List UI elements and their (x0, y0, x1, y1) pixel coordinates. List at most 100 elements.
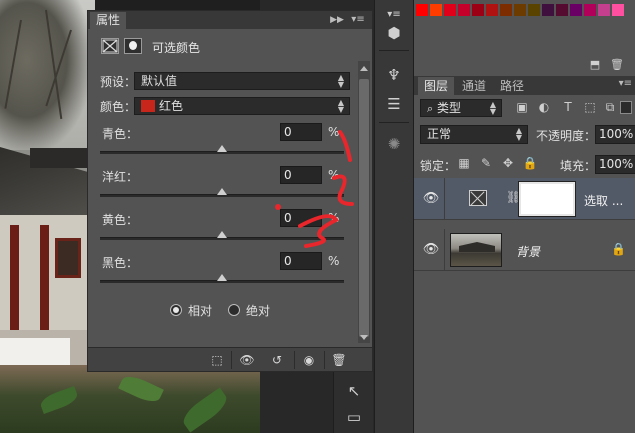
layer-mask-thumbnail[interactable] (518, 181, 576, 217)
footer-divider (324, 351, 325, 369)
colors-select[interactable]: 红色 ▲ ▼ (134, 97, 350, 115)
tab-paths[interactable]: 路径 (494, 77, 530, 95)
radio-absolute-label[interactable]: 绝对 (246, 302, 270, 319)
radio-relative-label[interactable]: 相对 (188, 302, 212, 319)
method-radio-group: 相对 绝对 (170, 302, 290, 318)
layer-row-selective-color[interactable]: 👁 ⛓ 选取 ... (414, 178, 635, 220)
scroll-down-icon[interactable] (360, 335, 368, 340)
select-arrows-icon: ▲ ▼ (489, 100, 496, 116)
percent-sign: % (328, 211, 340, 225)
slider-thumb[interactable] (217, 274, 227, 281)
slider-value-input[interactable]: 0 (280, 123, 322, 141)
radio-absolute[interactable] (228, 304, 240, 316)
preset-select[interactable]: 默认值 ▲ ▼ (134, 72, 350, 90)
color-swatch[interactable] (500, 4, 512, 16)
color-swatch[interactable] (598, 4, 610, 16)
color-swatch[interactable] (584, 4, 596, 16)
delete-swatch-icon[interactable]: 🗑 (610, 58, 624, 72)
slider-black: 黑色： 0 % (98, 252, 356, 294)
slider-yellow: 黄色： 0 % (98, 209, 356, 251)
color-swatch[interactable] (472, 4, 484, 16)
slider-thumb[interactable] (217, 145, 227, 152)
filter-adjustment-icon[interactable]: ◐ (536, 99, 552, 115)
color-swatch[interactable] (416, 4, 428, 16)
filter-smart-object-icon[interactable]: ⧉ (602, 99, 618, 115)
photo-railing (0, 338, 70, 366)
eye-icon[interactable]: ◉ (300, 352, 318, 368)
styles-icon[interactable]: ✺ (382, 133, 406, 155)
move-arrow-tool-icon[interactable]: ↖ (342, 380, 366, 402)
tab-channels[interactable]: 通道 (456, 77, 492, 95)
color-swatch[interactable] (612, 4, 624, 16)
color-swatch[interactable] (458, 4, 470, 16)
radio-relative[interactable] (170, 304, 182, 316)
lock-pixels-brush-icon[interactable]: ✎ (478, 155, 494, 171)
slider-value-input[interactable]: 0 (280, 209, 322, 227)
filter-toggle[interactable] (620, 101, 632, 114)
strip-divider (379, 122, 409, 123)
scroll-thumb[interactable] (359, 79, 369, 337)
properties-scrollbar[interactable] (358, 61, 370, 343)
opacity-input[interactable]: 100% (595, 125, 635, 144)
layer-name[interactable]: 选取 ... (584, 192, 623, 209)
scroll-up-icon[interactable] (360, 66, 368, 71)
filter-pixel-icon[interactable]: ▣ (514, 99, 530, 115)
color-swatch[interactable] (486, 4, 498, 16)
slider-label: 黑色： (102, 256, 139, 270)
preset-label: 预设： (100, 75, 137, 89)
color-swatch[interactable] (514, 4, 526, 16)
color-swatch[interactable] (430, 4, 442, 16)
panel-menu-icon[interactable]: ▾≡ (350, 13, 366, 27)
lock-icon[interactable]: 🔒 (522, 155, 538, 171)
lock-position-icon[interactable]: ✥ (500, 155, 516, 171)
trash-icon[interactable]: 🗑 (330, 352, 348, 368)
tools-toolbar: ↖ ▭ (333, 372, 373, 433)
eye-icon[interactable]: 👁 (422, 191, 440, 207)
blend-mode-select[interactable]: 正常 ▲ ▼ (420, 125, 528, 144)
view-previous-icon[interactable]: 👁 (238, 352, 256, 368)
panel-menu-icon[interactable]: ▾≡ (619, 78, 632, 89)
color-swatch[interactable] (528, 4, 540, 16)
layers-tabbar: 图层 通道 路径 ▾≡ (414, 76, 635, 95)
properties-tab[interactable]: 属性 (90, 12, 127, 29)
slider-thumb[interactable] (217, 188, 227, 195)
opacity-label: 不透明度： (536, 129, 597, 143)
mask-icon[interactable] (124, 38, 142, 54)
color-swatch[interactable] (570, 4, 582, 16)
colors-value: 红色 (159, 99, 184, 113)
clip-to-layer-icon[interactable]: ⬚ (208, 352, 226, 368)
color-swatch[interactable] (542, 4, 554, 16)
fill-input[interactable]: 100% (595, 155, 635, 174)
panel-icon-strip: ▾≡ ⬢ ♆ ☰ ✺ (374, 0, 413, 433)
layer-filter-select[interactable]: ⌕ 类型 ▲ ▼ (420, 99, 502, 117)
screen-mode-icon[interactable]: ▭ (342, 406, 366, 428)
slider-thumb[interactable] (217, 231, 227, 238)
properties-footer: ⬚ 👁 ↺ ◉ 🗑 (88, 347, 372, 371)
new-swatch-icon[interactable]: ⬒ (588, 58, 602, 72)
3d-icon[interactable]: ⬢ (382, 22, 406, 44)
slider-value-input[interactable]: 0 (280, 252, 322, 270)
filter-shape-icon[interactable]: ⬚ (582, 99, 598, 115)
slider-value-input[interactable]: 0 (280, 166, 322, 184)
eye-icon[interactable]: 👁 (422, 242, 440, 258)
photo-window (55, 238, 81, 278)
adjustment-sliders-icon[interactable]: ☰ (382, 93, 406, 115)
layer-divider (444, 229, 445, 271)
footer-divider (294, 351, 295, 369)
color-swatch[interactable] (444, 4, 456, 16)
slider-label: 黄色： (102, 213, 139, 227)
layer-thumbnail[interactable] (450, 233, 502, 267)
select-arrows-icon: ▲ ▼ (337, 98, 344, 114)
collapse-panel-icon[interactable]: ▶▶ (330, 13, 344, 27)
adjustment-layer-icon[interactable] (101, 38, 119, 54)
strip-divider (379, 50, 409, 51)
reset-icon[interactable]: ↺ (268, 352, 286, 368)
colors-label: 颜色： (100, 100, 137, 114)
lock-transparent-icon[interactable]: ▦ (456, 155, 472, 171)
brushes-icon[interactable]: ♆ (382, 64, 406, 86)
filter-type-icon[interactable]: T (560, 99, 576, 115)
layer-name[interactable]: 背景 (516, 243, 540, 260)
layer-row-background[interactable]: 👁 背景 🔒 (414, 229, 635, 271)
color-swatch[interactable] (556, 4, 568, 16)
tab-layers[interactable]: 图层 (418, 77, 455, 95)
